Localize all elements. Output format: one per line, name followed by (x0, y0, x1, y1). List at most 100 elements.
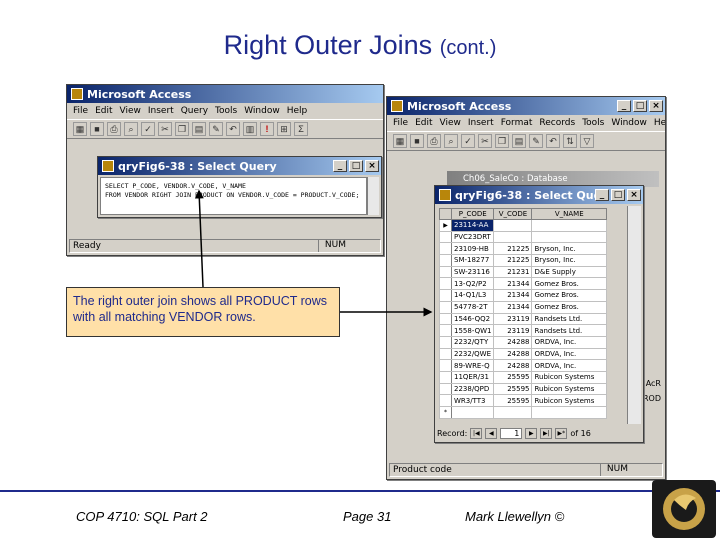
row-selector[interactable] (439, 347, 452, 361)
row-selector[interactable] (439, 289, 452, 302)
table-cell[interactable]: 1546-QQ2 (450, 312, 495, 326)
table-row[interactable]: 89-WRE-Q 24288 ORDVA, Inc. (439, 359, 607, 372)
table-cell[interactable]: 14-Q1/L3 (450, 289, 495, 302)
table-cell[interactable]: Rubicon Systems (531, 370, 607, 384)
sql-editor[interactable]: SELECT P_CODE, VENDOR.V_CODE, V_NAME FRO… (100, 177, 367, 215)
table-cell[interactable]: SW-23116 (450, 265, 495, 279)
view-icon[interactable]: ▦ (393, 134, 407, 148)
table-row[interactable]: 1546-QQ2 23119 Randsets Ltd. (439, 312, 607, 326)
table-cell[interactable]: Randsets Ltd. (531, 324, 607, 337)
menu-item[interactable]: File (393, 118, 408, 128)
table-cell[interactable]: Gomez Bros. (531, 277, 607, 291)
column-header-v-code[interactable]: V_CODE (493, 208, 533, 220)
front-window-titlebar[interactable]: Microsoft Access _ □ × (387, 97, 665, 115)
row-selector[interactable] (439, 230, 452, 244)
menu-item[interactable]: Edit (415, 118, 432, 128)
table-cell[interactable]: 25595 (493, 370, 533, 384)
maximize-button[interactable]: □ (633, 100, 647, 112)
table-cell[interactable]: D&E Supply (531, 265, 607, 279)
menu-item[interactable]: Records (539, 118, 575, 128)
table-cell[interactable]: Bryson, Inc. (531, 254, 607, 267)
cut-icon[interactable]: ✂ (158, 122, 172, 136)
view-icon[interactable]: ▦ (73, 122, 87, 136)
copy-icon[interactable]: ❐ (495, 134, 509, 148)
menu-item[interactable]: File (73, 106, 88, 116)
row-selector[interactable] (439, 300, 452, 314)
next-record-button[interactable]: ▶ (525, 427, 538, 439)
table-cell[interactable]: 23109-HB (450, 242, 495, 256)
close-button[interactable]: × (627, 189, 641, 201)
table-cell[interactable]: 2238/QPD (450, 382, 495, 396)
table-cell[interactable]: ORDVA, Inc. (531, 359, 607, 372)
row-selector-header[interactable] (439, 208, 452, 220)
table-cell[interactable]: WR3/TT3 (450, 394, 495, 407)
datasheet-titlebar[interactable]: qryFig6-38 : Select Query _ □ × (435, 186, 643, 204)
table-row[interactable]: * (439, 406, 607, 419)
table-cell[interactable]: 11QER/31 (450, 370, 495, 384)
cut-icon[interactable]: ✂ (478, 134, 492, 148)
menu-item[interactable]: Window (244, 106, 280, 116)
menu-item[interactable]: Help (654, 118, 665, 128)
table-cell[interactable]: Gomez Bros. (531, 300, 607, 314)
table-cell[interactable]: 24288 (493, 347, 533, 361)
format-painter-icon[interactable]: ✎ (209, 122, 223, 136)
table-cell[interactable]: Gomez Bros. (531, 289, 607, 302)
table-cell[interactable] (450, 406, 495, 419)
row-selector[interactable] (439, 335, 452, 349)
undo-icon[interactable]: ↶ (546, 134, 560, 148)
undo-icon[interactable]: ↶ (226, 122, 240, 136)
table-cell[interactable]: Rubicon Systems (531, 382, 607, 396)
table-cell[interactable] (531, 230, 607, 244)
table-cell[interactable]: 23119 (493, 312, 533, 326)
table-cell[interactable]: SM-18277 (450, 254, 495, 267)
column-header-p-code[interactable]: P_CODE (450, 208, 495, 220)
table-cell[interactable]: PVC23DRT (450, 230, 495, 244)
minimize-button[interactable]: _ (333, 160, 347, 172)
row-selector[interactable] (439, 242, 452, 256)
table-cell[interactable] (531, 406, 607, 419)
preview-icon[interactable]: ⌕ (444, 134, 458, 148)
table-row[interactable]: PVC23DRT (439, 230, 607, 244)
table-cell[interactable]: 13-Q2/P2 (450, 277, 495, 291)
table-row[interactable]: 14-Q1/L3 21344 Gomez Bros. (439, 289, 607, 302)
maximize-button[interactable]: □ (349, 160, 363, 172)
table-cell[interactable]: 23119 (493, 324, 533, 337)
column-header-v-name[interactable]: V_NAME (531, 208, 607, 220)
table-row[interactable]: ▶ 23114-AA (439, 219, 607, 232)
menu-item[interactable]: View (120, 106, 141, 116)
table-cell[interactable]: 2232/QWE (450, 347, 495, 361)
table-cell[interactable]: 25595 (493, 394, 533, 407)
row-selector[interactable] (439, 359, 452, 372)
minimize-button[interactable]: _ (595, 189, 609, 201)
menu-item[interactable]: Window (611, 118, 647, 128)
back-window-titlebar[interactable]: Microsoft Access (67, 85, 383, 103)
close-button[interactable]: × (365, 160, 379, 172)
maximize-button[interactable]: □ (611, 189, 625, 201)
previous-record-button[interactable]: ◀ (485, 427, 498, 439)
menu-item[interactable]: Help (287, 106, 308, 116)
menu-item[interactable]: Format (501, 118, 533, 128)
table-row[interactable]: 13-Q2/P2 21344 Gomez Bros. (439, 277, 607, 291)
preview-icon[interactable]: ⌕ (124, 122, 138, 136)
table-cell[interactable] (493, 406, 533, 419)
row-selector[interactable] (439, 324, 452, 337)
first-record-button[interactable]: |◀ (470, 427, 483, 439)
table-cell[interactable]: 21225 (493, 242, 533, 256)
table-row[interactable]: 11QER/31 25595 Rubicon Systems (439, 370, 607, 384)
table-cell[interactable]: 24288 (493, 359, 533, 372)
table-cell[interactable]: ORDVA, Inc. (531, 347, 607, 361)
table-cell[interactable]: 54778-2T (450, 300, 495, 314)
row-selector[interactable]: ▶ (439, 219, 452, 232)
filter-icon[interactable]: ▽ (580, 134, 594, 148)
show-table-icon[interactable]: ⊞ (277, 122, 291, 136)
copy-icon[interactable]: ❐ (175, 122, 189, 136)
close-button[interactable]: × (649, 100, 663, 112)
query-type-icon[interactable]: ▥ (243, 122, 257, 136)
save-icon[interactable]: ■ (410, 134, 424, 148)
minimize-button[interactable]: _ (617, 100, 631, 112)
table-row[interactable]: 54778-2T 21344 Gomez Bros. (439, 300, 607, 314)
current-record-field[interactable]: 1 (500, 427, 523, 439)
row-selector[interactable] (439, 370, 452, 384)
table-cell[interactable]: 2232/QTY (450, 335, 495, 349)
table-row[interactable]: 2238/QPD 25595 Rubicon Systems (439, 382, 607, 396)
